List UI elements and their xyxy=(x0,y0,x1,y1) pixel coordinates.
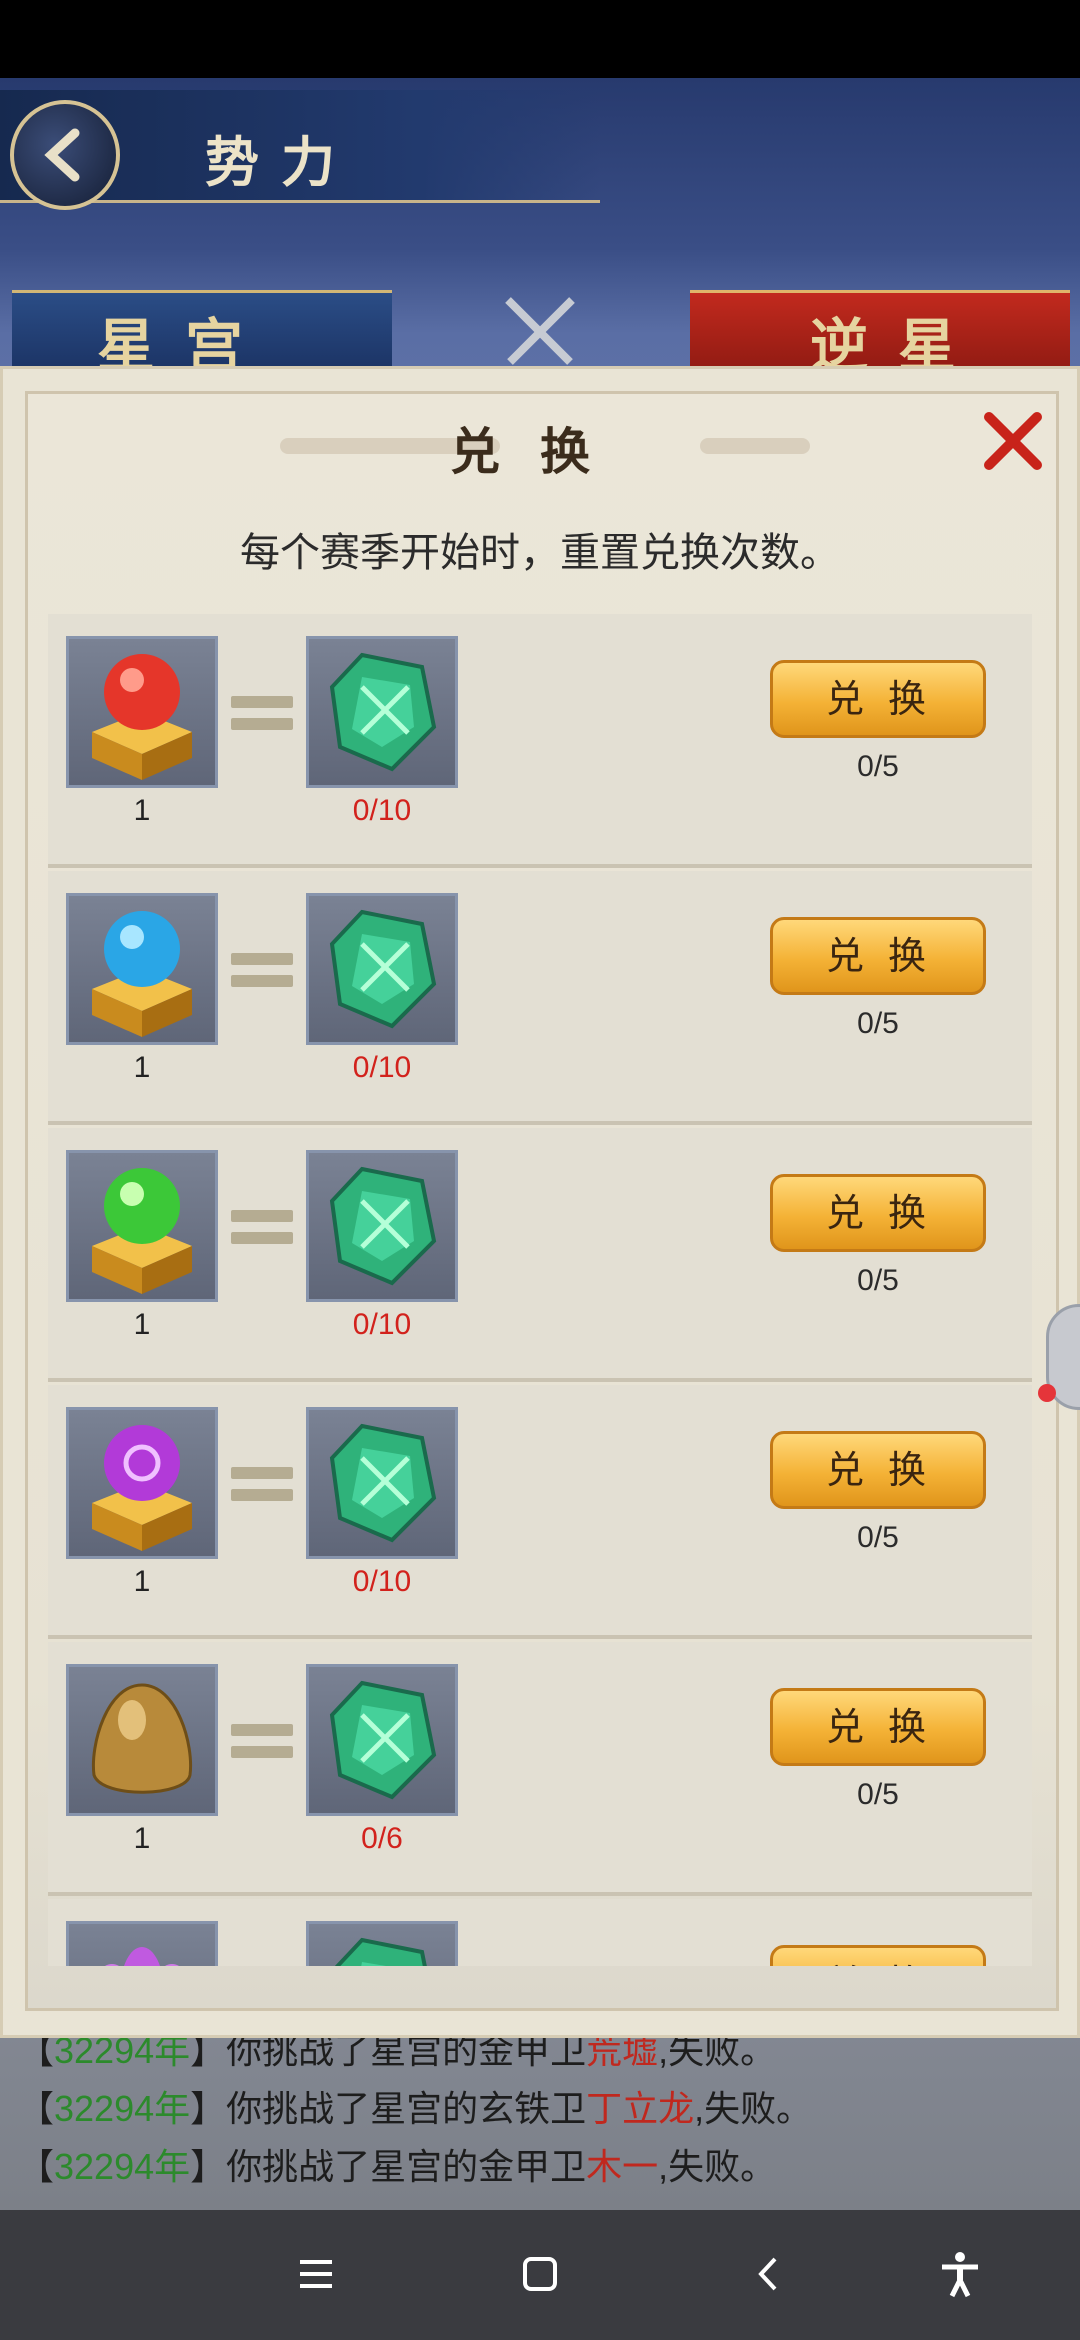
exchange-button[interactable]: 兑换 xyxy=(770,1945,986,1966)
purple-orb-chest-icon xyxy=(92,1425,192,1551)
exchange-row: 1 0/10 兑换 0/5 xyxy=(48,614,1032,868)
crossed-swords-icon xyxy=(505,297,575,365)
exchange-button[interactable]: 兑换 xyxy=(770,1688,986,1766)
reward-item-slot[interactable] xyxy=(306,1150,458,1302)
close-icon xyxy=(984,412,1042,470)
exchange-count: 0/5 xyxy=(857,1264,899,1297)
exchange-row: 1 0/10 兑换 0/5 xyxy=(48,871,1032,1125)
equals-sign xyxy=(231,953,293,997)
faction-tab-left[interactable]: 星宫 xyxy=(12,290,392,380)
green-gem-icon xyxy=(329,1680,437,1800)
equals-sign xyxy=(231,1210,293,1254)
cost-item-slot[interactable] xyxy=(66,893,218,1045)
menu-button[interactable] xyxy=(286,2244,346,2304)
exchange-button[interactable]: 兑换 xyxy=(770,1174,986,1252)
exchange-row: 1 0/6 兑换 0/5 xyxy=(48,1642,1032,1896)
green-gem-icon xyxy=(329,1423,437,1543)
reward-progress: 0/10 xyxy=(352,794,412,827)
status-bar xyxy=(0,0,1080,78)
green-gem-icon xyxy=(329,909,437,1029)
exchange-count: 0/5 xyxy=(857,750,899,783)
back-arrow-icon xyxy=(44,128,80,182)
reward-item-slot[interactable] xyxy=(306,1921,458,1966)
reward-item-slot[interactable] xyxy=(306,1407,458,1559)
close-button[interactable] xyxy=(980,408,1046,474)
exchange-count: 0/5 xyxy=(857,1778,899,1811)
battle-log: 【32294年】你挑战了星宫的金甲卫荒墟,失败。 【32294年】你挑战了星宫的… xyxy=(18,2022,1068,2196)
green-gem-icon xyxy=(329,652,437,772)
cost-quantity: 1 xyxy=(133,1051,151,1084)
back-button[interactable] xyxy=(10,100,120,210)
cost-item-slot[interactable] xyxy=(66,1150,218,1302)
system-nav-bar xyxy=(0,2210,1080,2340)
back-icon xyxy=(758,2257,777,2291)
exchange-row: 1 0/10 兑换 0/5 xyxy=(48,1128,1032,1382)
dialog-title: 兑换 xyxy=(450,422,630,481)
log-line: 【32294年】你挑战了星宫的金甲卫木一,失败。 xyxy=(18,2146,777,2187)
notification-dot xyxy=(1038,1384,1056,1402)
accessibility-button[interactable] xyxy=(930,2244,990,2304)
exchange-button[interactable]: 兑换 xyxy=(770,917,986,995)
purple-lotus-icon xyxy=(104,1947,180,1966)
reward-progress: 0/10 xyxy=(352,1565,412,1598)
faction-tab-right[interactable]: 逆星盟 xyxy=(690,290,1070,464)
green-orb-chest-icon xyxy=(92,1168,192,1294)
equals-sign xyxy=(231,696,293,740)
red-orb-chest-icon xyxy=(92,654,192,780)
blue-orb-chest-icon xyxy=(92,911,192,1037)
home-icon xyxy=(523,2257,557,2291)
reward-item-slot[interactable] xyxy=(306,893,458,1045)
cost-quantity: 1 xyxy=(133,794,151,827)
cost-item-slot[interactable] xyxy=(66,636,218,788)
cost-item-slot[interactable] xyxy=(66,1407,218,1559)
exchange-list[interactable]: 1 0/10 兑换 0/5 1 0/10 兑换 0/5 1 0/10 兑换 0/… xyxy=(48,614,1032,1966)
page-title: 势力 xyxy=(205,130,357,194)
golden-stone-icon xyxy=(91,1683,193,1794)
system-back-button[interactable] xyxy=(738,2244,798,2304)
reward-progress: 0/6 xyxy=(361,1822,403,1855)
reward-progress: 0/10 xyxy=(352,1308,412,1341)
cost-quantity: 1 xyxy=(133,1822,151,1855)
green-gem-icon xyxy=(334,1937,427,1966)
cost-item-slot[interactable] xyxy=(66,1921,218,1966)
home-button[interactable] xyxy=(510,2244,570,2304)
equals-sign xyxy=(231,1724,293,1768)
cost-item-slot[interactable] xyxy=(66,1664,218,1816)
menu-icon xyxy=(300,2260,332,2288)
accessibility-icon xyxy=(942,2252,978,2298)
reward-item-slot[interactable] xyxy=(306,1664,458,1816)
exchange-row: 兑换 xyxy=(48,1899,1032,1966)
equals-sign xyxy=(231,1467,293,1511)
exchange-button[interactable]: 兑换 xyxy=(770,1431,986,1509)
cost-quantity: 1 xyxy=(133,1565,151,1598)
dialog-description: 每个赛季开始时，重置兑换次数。 xyxy=(240,531,840,575)
exchange-count: 0/5 xyxy=(857,1007,899,1040)
exchange-row: 1 0/10 兑换 0/5 xyxy=(48,1385,1032,1639)
reward-progress: 0/10 xyxy=(352,1051,412,1084)
exchange-button[interactable]: 兑换 xyxy=(770,660,986,738)
log-line: 【32294年】你挑战了星宫的玄铁卫丁立龙,失败。 xyxy=(18,2088,813,2129)
exchange-count: 0/5 xyxy=(857,1521,899,1554)
reward-item-slot[interactable] xyxy=(306,636,458,788)
cost-quantity: 1 xyxy=(133,1308,151,1341)
green-gem-icon xyxy=(329,1166,437,1286)
